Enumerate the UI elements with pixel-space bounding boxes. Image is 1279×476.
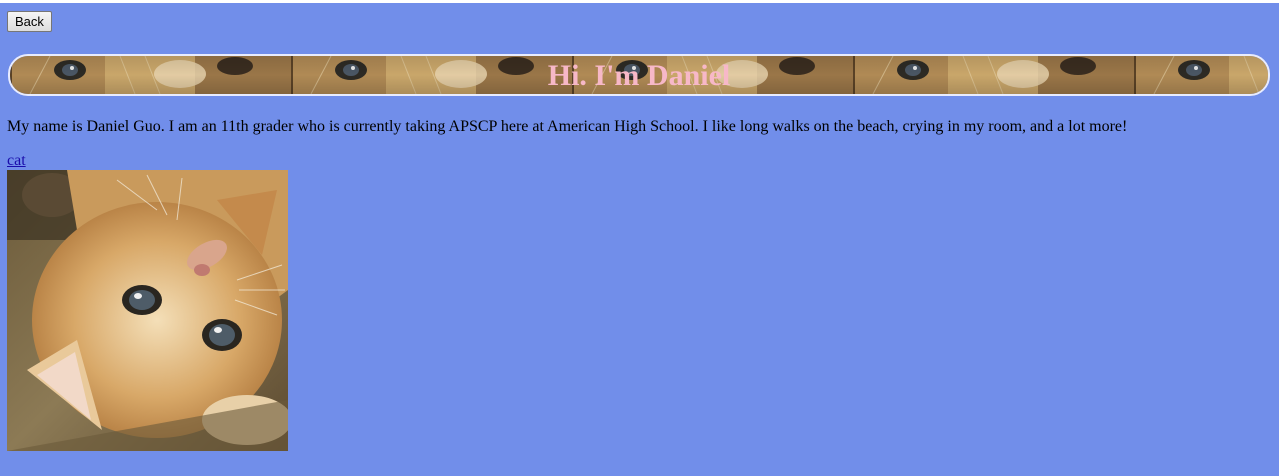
bio-text: My name is Daniel Guo. I am an 11th grad…: [7, 118, 1128, 135]
cat-link[interactable]: cat: [7, 152, 26, 170]
top-edge: [0, 0, 1279, 3]
header-banner: Hi. I'm Daniel: [8, 54, 1270, 96]
kitten-photo: [7, 170, 288, 451]
page-title: Hi. I'm Daniel: [547, 59, 731, 92]
back-button[interactable]: Back: [7, 11, 52, 32]
